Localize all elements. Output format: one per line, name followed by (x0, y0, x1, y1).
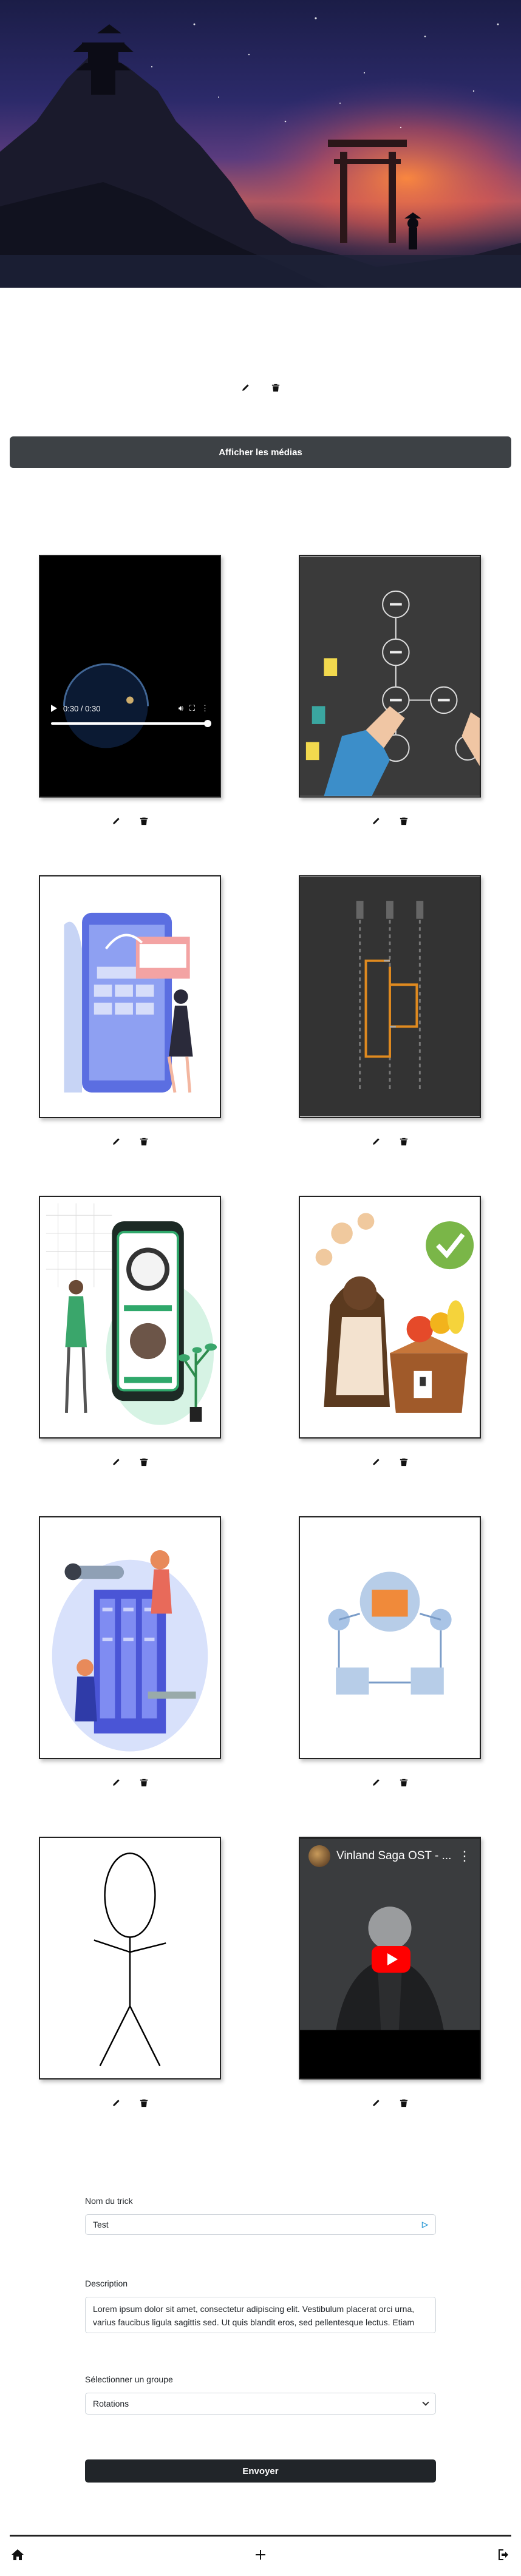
media-actions (39, 1456, 221, 1469)
plus-icon[interactable] (251, 2546, 270, 2564)
pencil-icon[interactable] (109, 1135, 123, 1148)
trash-icon[interactable] (137, 1456, 151, 1469)
media-youtube[interactable]: Vinland Saga OST - ... ⋮ (299, 1837, 481, 2079)
fullscreen-icon[interactable]: ⛶ (189, 703, 195, 713)
name-input[interactable]: Test ▷ (85, 2214, 436, 2235)
media-actions (39, 2096, 221, 2110)
name-label: Nom du trick (85, 2196, 133, 2206)
pencil-icon[interactable] (109, 2096, 123, 2110)
description-textarea[interactable]: Lorem ipsum dolor sit amet, consectetur … (85, 2297, 436, 2333)
trash-icon[interactable] (397, 815, 410, 828)
chevron-down-icon (422, 2399, 429, 2406)
play-icon[interactable] (51, 705, 57, 712)
media-actions (299, 1135, 481, 1148)
volume-icon[interactable]: 🔊︎ (179, 703, 183, 713)
pencil-icon[interactable] (369, 815, 383, 828)
pencil-icon[interactable] (369, 1776, 383, 1789)
media-image[interactable] (39, 1516, 221, 1759)
video-time: 0:30 / 0:30 (63, 703, 101, 713)
logout-icon[interactable] (494, 2546, 512, 2564)
media-actions (299, 1776, 481, 1789)
pencil-icon[interactable] (369, 1456, 383, 1469)
media-actions (299, 815, 481, 828)
media-image[interactable] (299, 555, 481, 798)
pencil-icon[interactable] (369, 1135, 383, 1148)
trash-icon[interactable] (137, 1776, 151, 1789)
group-label: Sélectionner un groupe (85, 2374, 173, 2384)
pencil-icon[interactable] (109, 1776, 123, 1789)
media-actions (299, 2096, 481, 2110)
trash-icon[interactable] (137, 2096, 151, 2110)
submit-button[interactable]: Envoyer (85, 2459, 436, 2483)
pencil-icon[interactable] (109, 1456, 123, 1469)
media-image[interactable] (299, 1516, 481, 1759)
group-value: Rotations (93, 2399, 129, 2408)
more-options-icon[interactable]: ⋮ (458, 1849, 471, 1863)
channel-avatar[interactable] (308, 1845, 330, 1867)
trash-icon[interactable] (397, 1456, 410, 1469)
trick-actions (0, 381, 521, 395)
trash-icon[interactable] (397, 1135, 410, 1148)
youtube-header: Vinland Saga OST - ... ⋮ (308, 1845, 471, 1867)
youtube-play-button[interactable] (372, 1946, 410, 1973)
trash-icon[interactable] (397, 2096, 410, 2110)
group-select[interactable]: Rotations (85, 2393, 436, 2415)
name-value: Test (93, 2220, 109, 2229)
show-media-button[interactable]: Afficher les médias (10, 436, 511, 468)
media-actions (39, 815, 221, 828)
media-image[interactable] (39, 1837, 221, 2079)
trash-icon[interactable] (137, 1135, 151, 1148)
home-icon[interactable] (9, 2546, 27, 2564)
pencil-icon[interactable] (369, 2096, 383, 2110)
media-actions (39, 1135, 221, 1148)
trash-icon[interactable] (397, 1776, 410, 1789)
trash-icon[interactable] (137, 815, 151, 828)
video-progress[interactable] (51, 720, 211, 727)
media-actions (299, 1456, 481, 1469)
youtube-title[interactable]: Vinland Saga OST - ... (336, 1849, 451, 1863)
media-image[interactable] (39, 875, 221, 1118)
video-controls: 0:30 / 0:30 🔊︎ ⛶ ⋮ (51, 699, 209, 717)
media-image[interactable] (299, 1196, 481, 1439)
bottom-divider (10, 2535, 511, 2537)
media-video[interactable]: 0:30 / 0:30 🔊︎ ⛶ ⋮ (39, 555, 221, 798)
pencil-icon[interactable] (109, 815, 123, 828)
hero-image (0, 0, 521, 288)
autofill-icon[interactable]: ▷ (422, 2220, 428, 2229)
more-options-icon[interactable]: ⋮ (201, 703, 209, 713)
description-label: Description (85, 2279, 128, 2288)
media-image[interactable] (299, 875, 481, 1118)
trash-icon[interactable] (269, 381, 282, 395)
pencil-icon[interactable] (239, 381, 252, 395)
media-image[interactable] (39, 1196, 221, 1439)
media-actions (39, 1776, 221, 1789)
